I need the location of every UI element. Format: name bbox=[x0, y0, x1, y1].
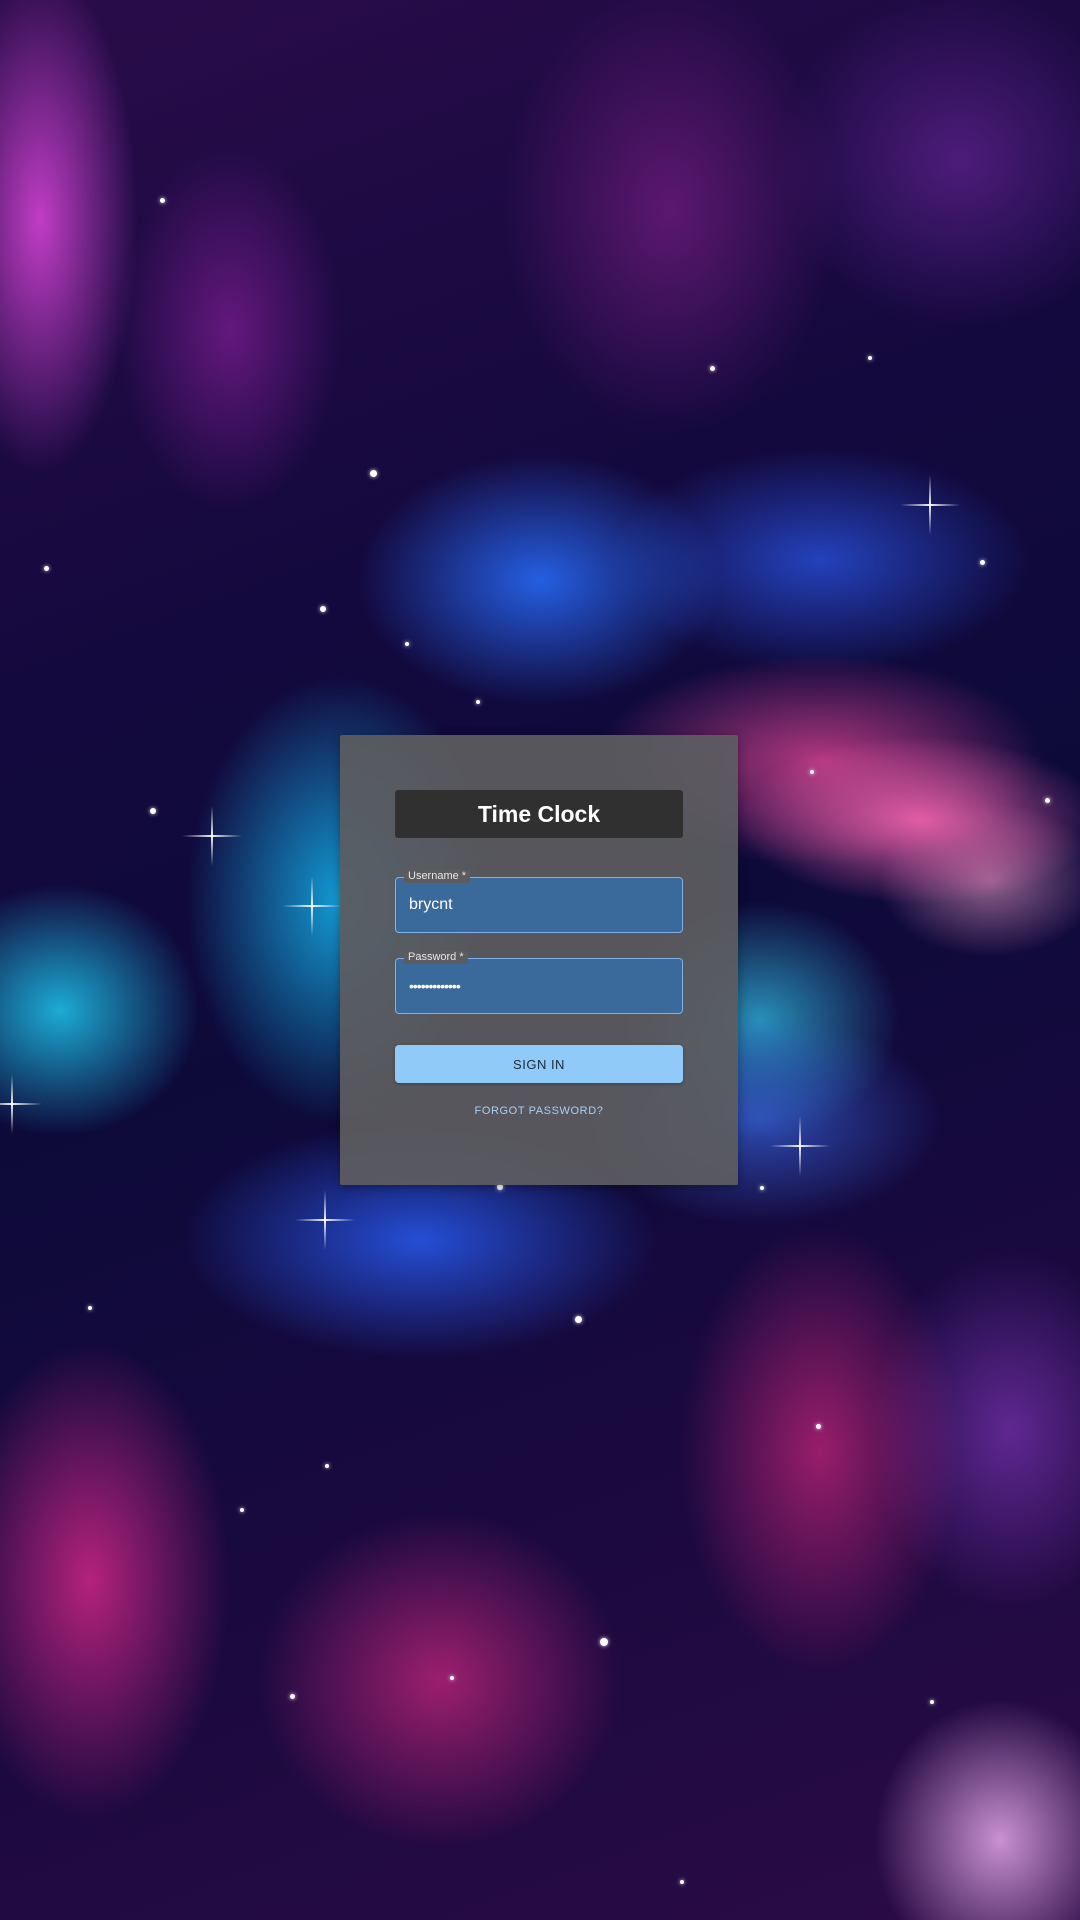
login-screen: Time Clock Username * brycnt Password * … bbox=[0, 0, 1080, 1920]
sparkle-star bbox=[295, 1190, 355, 1250]
sparkle-star bbox=[182, 806, 242, 866]
star bbox=[476, 700, 480, 704]
star bbox=[810, 770, 814, 774]
star bbox=[370, 470, 377, 477]
star bbox=[575, 1316, 582, 1323]
password-field[interactable]: Password * ••••••••••••• bbox=[395, 951, 683, 1014]
star bbox=[710, 366, 715, 371]
star bbox=[868, 356, 872, 360]
star bbox=[290, 1694, 295, 1699]
star bbox=[600, 1638, 608, 1646]
login-card: Time Clock Username * brycnt Password * … bbox=[340, 735, 738, 1185]
sparkle-star bbox=[0, 1074, 42, 1134]
star bbox=[405, 642, 409, 646]
star bbox=[680, 1880, 684, 1884]
sparkle-star bbox=[900, 475, 960, 535]
star bbox=[325, 1464, 329, 1468]
star bbox=[980, 560, 985, 565]
username-value[interactable]: brycnt bbox=[409, 878, 453, 932]
app-title: Time Clock bbox=[395, 790, 683, 838]
star bbox=[44, 566, 49, 571]
star bbox=[1045, 798, 1050, 803]
star bbox=[450, 1676, 454, 1680]
sparkle-star bbox=[282, 876, 342, 936]
star bbox=[760, 1186, 764, 1190]
star bbox=[150, 808, 156, 814]
star bbox=[160, 198, 165, 203]
star bbox=[88, 1306, 92, 1310]
forgot-password-link[interactable]: FORGOT PASSWORD? bbox=[340, 1105, 738, 1117]
password-value[interactable]: ••••••••••••• bbox=[409, 959, 461, 1013]
star bbox=[930, 1700, 934, 1704]
star bbox=[320, 606, 326, 612]
username-field[interactable]: Username * brycnt bbox=[395, 870, 683, 933]
star bbox=[240, 1508, 244, 1512]
star bbox=[816, 1424, 821, 1429]
sign-in-button[interactable]: SIGN IN bbox=[395, 1045, 683, 1083]
sparkle-star bbox=[770, 1116, 830, 1176]
